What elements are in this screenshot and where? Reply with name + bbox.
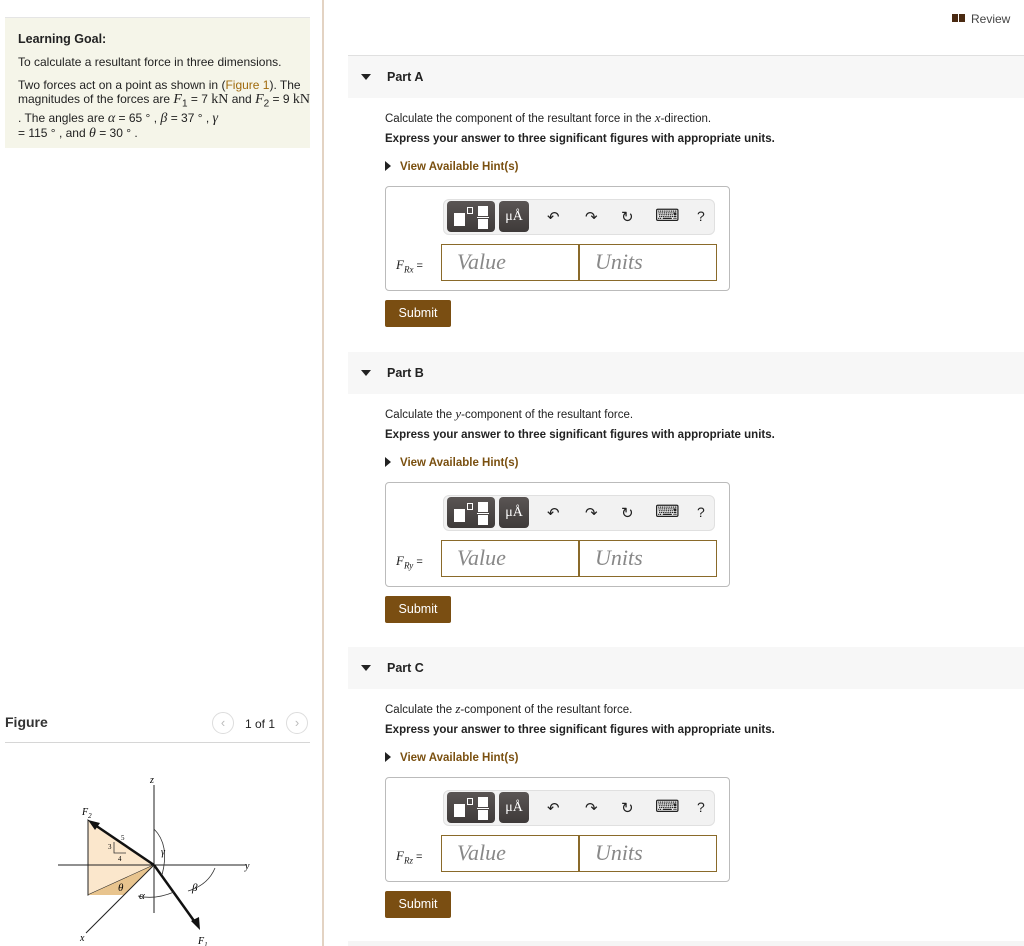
answer-label: FRz =	[396, 848, 423, 866]
figure-pagination: 1 of 1	[245, 717, 276, 731]
answer-label: FRy =	[396, 553, 423, 571]
redo-icon[interactable]: ↷	[585, 208, 598, 226]
figure-title: Figure	[5, 714, 48, 730]
alpha-label: α	[139, 890, 145, 902]
answer-box: μÅ ↶ ↷ ↻ ⌨ ? FRx = Value Units	[385, 186, 730, 291]
instruction-text: Express your answer to three significant…	[385, 133, 775, 145]
help-icon[interactable]: ?	[697, 799, 705, 815]
learning-goal-box: Learning Goal: To calculate a resultant …	[5, 17, 310, 148]
collapse-triangle-icon[interactable]	[361, 370, 371, 376]
units-input[interactable]: Units	[579, 244, 717, 281]
f1-label: F1	[197, 936, 208, 946]
reset-icon[interactable]: ↻	[621, 208, 634, 226]
problem-statement: Two forces act on a point as shown in (F…	[18, 78, 310, 142]
instruction-text: Express your answer to three significant…	[385, 429, 775, 441]
math-toolbar: μÅ ↶ ↷ ↻ ⌨ ?	[443, 790, 715, 826]
chevron-right-icon: ›	[294, 715, 300, 730]
collapse-triangle-icon[interactable]	[361, 74, 371, 80]
y-label: y	[244, 861, 250, 872]
templates-button[interactable]	[447, 497, 495, 528]
reset-icon[interactable]: ↻	[621, 799, 634, 817]
learning-goal-heading: Learning Goal:	[18, 32, 107, 46]
f1-label-subscript: 1	[204, 941, 208, 946]
review-link[interactable]: Review	[952, 12, 1010, 26]
figure-header: Figure ‹ 1 of 1 ›	[5, 712, 310, 743]
value-input[interactable]: Value	[441, 540, 579, 577]
left-panel: Learning Goal: To calculate a resultant …	[0, 0, 324, 946]
template-icon	[454, 509, 465, 522]
keyboard-icon[interactable]: ⌨	[655, 502, 680, 522]
undo-icon[interactable]: ↶	[547, 504, 560, 522]
units-button[interactable]: μÅ	[499, 497, 529, 528]
caret-right-icon	[385, 457, 391, 467]
theta-label: θ	[118, 882, 124, 894]
submit-button[interactable]: Submit	[385, 891, 451, 918]
templates-button[interactable]	[447, 792, 495, 823]
submit-button[interactable]: Submit	[385, 596, 451, 623]
undo-icon[interactable]: ↶	[547, 208, 560, 226]
keyboard-icon[interactable]: ⌨	[655, 206, 680, 226]
prev-figure-button[interactable]: ‹	[212, 712, 234, 734]
z-label: z	[149, 775, 154, 786]
question-text: Calculate the y-component of the resulta…	[385, 406, 634, 421]
part-title: Part B	[387, 366, 424, 380]
view-hints-link[interactable]: View Available Hint(s)	[385, 457, 518, 469]
help-icon[interactable]: ?	[697, 208, 705, 224]
templates-button[interactable]	[447, 201, 495, 232]
gamma-label: γ	[161, 847, 166, 858]
f2-label-subscript: 2	[88, 812, 92, 820]
slope-4: 4	[118, 855, 122, 863]
part-title: Part A	[387, 70, 424, 84]
reset-icon[interactable]: ↻	[621, 504, 634, 522]
part-header-a[interactable]: Part A	[348, 56, 1024, 98]
view-hints-link[interactable]: View Available Hint(s)	[385, 161, 518, 173]
chevron-left-icon: ‹	[220, 715, 226, 730]
math-toolbar: μÅ ↶ ↷ ↻ ⌨ ?	[443, 199, 715, 235]
template-icon	[454, 804, 465, 817]
question-text: Calculate the component of the resultant…	[385, 110, 712, 125]
value-input[interactable]: Value	[441, 244, 579, 281]
part-title: Part C	[387, 661, 424, 675]
submit-button[interactable]: Submit	[385, 300, 451, 327]
x-label: x	[79, 933, 85, 944]
math-toolbar: μÅ ↶ ↷ ↻ ⌨ ?	[443, 495, 715, 531]
answer-box: μÅ ↶ ↷ ↻ ⌨ ? FRy = Value Units	[385, 482, 730, 587]
instruction-text: Express your answer to three significant…	[385, 724, 775, 736]
undo-icon[interactable]: ↶	[547, 799, 560, 817]
view-hints-link[interactable]: View Available Hint(s)	[385, 752, 518, 764]
answer-label: FRx =	[396, 257, 423, 275]
part-header-b[interactable]: Part B	[348, 352, 1024, 394]
question-text: Calculate the z-component of the resulta…	[385, 701, 633, 716]
collapse-triangle-icon[interactable]	[361, 665, 371, 671]
part-header-c[interactable]: Part C	[348, 647, 1024, 689]
caret-right-icon	[385, 752, 391, 762]
beta-label: β	[191, 882, 198, 894]
book-icon	[952, 14, 965, 22]
next-figure-button[interactable]: ›	[286, 712, 308, 734]
value-input[interactable]: Value	[441, 835, 579, 872]
keyboard-icon[interactable]: ⌨	[655, 797, 680, 817]
help-icon[interactable]: ?	[697, 504, 705, 520]
slope-5: 5	[121, 834, 125, 842]
answer-box: μÅ ↶ ↷ ↻ ⌨ ? FRz = Value Units	[385, 777, 730, 882]
force-diagram: z y x F2 F1 3 4 5 θ α β γ	[58, 775, 250, 946]
units-button[interactable]: μÅ	[499, 201, 529, 232]
redo-icon[interactable]: ↷	[585, 504, 598, 522]
template-icon	[454, 213, 465, 226]
units-input[interactable]: Units	[579, 540, 717, 577]
units-button[interactable]: μÅ	[499, 792, 529, 823]
goal-text: To calculate a resultant force in three …	[18, 55, 282, 69]
slope-3: 3	[108, 843, 112, 851]
units-input[interactable]: Units	[579, 835, 717, 872]
redo-icon[interactable]: ↷	[585, 799, 598, 817]
figure-link[interactable]: Figure 1	[225, 78, 269, 92]
next-part-edge	[348, 941, 1024, 946]
f2-label: F2	[81, 807, 92, 820]
f1-vector	[152, 864, 199, 926]
caret-right-icon	[385, 161, 391, 171]
